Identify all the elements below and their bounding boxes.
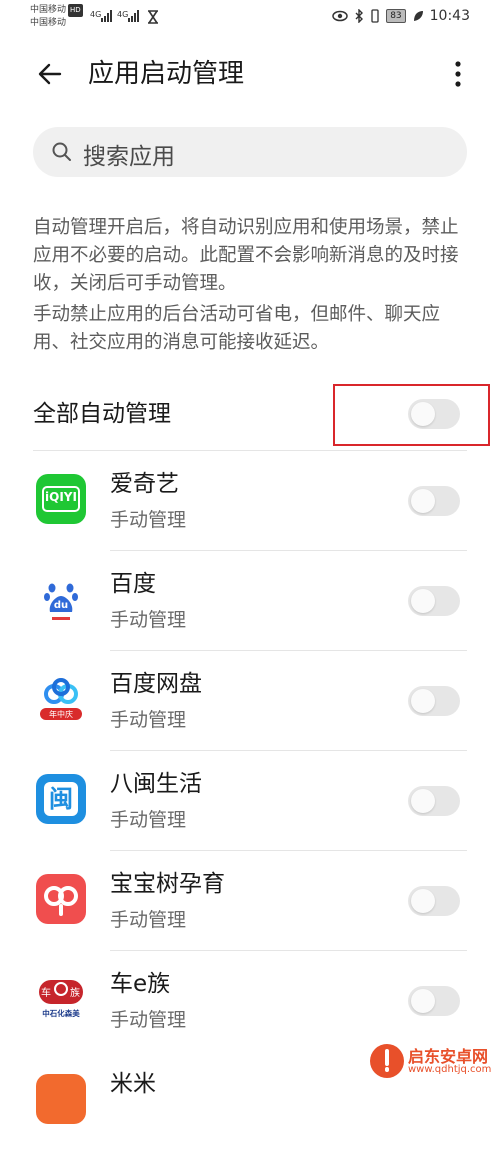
app-status: 手动管理 [110,509,187,531]
description-paragraph-1: 自动管理开启后，将自动识别应用和使用场景，禁止应用不必要的启动。此配置不会影响新… [33,217,459,294]
search-bar[interactable]: 搜索应用 [33,127,467,177]
net-type-1: 4G [90,10,102,19]
vibrate-icon [371,9,379,23]
carrier-info: 中国移动 HD 中国移动 [30,4,83,30]
app-toggle[interactable] [408,786,460,816]
chezu-icon: 车 族 中石化森美 [36,974,86,1024]
bamin-icon: 闽 [36,774,86,824]
baidu-paw-icon: du [36,574,86,624]
carrier-2: 中国移动 [30,18,67,28]
app-row-bamin[interactable]: 闽 八闽生活 手动管理 [0,750,500,850]
auto-manage-all-label: 全部自动管理 [33,401,171,427]
leaf-icon [413,11,423,21]
eye-icon [332,10,348,22]
app-status: 手动管理 [110,809,187,831]
app-toggle[interactable] [408,486,460,516]
watermark-url: www.qdhtjq.com [408,1064,492,1075]
signal-icon [128,10,139,22]
app-toggle[interactable] [408,586,460,616]
hourglass-icon [148,10,158,24]
iqiyi-icon: iQIYI [36,474,86,524]
search-placeholder: 搜索应用 [83,144,175,170]
app-toggle[interactable] [408,886,460,916]
app-status: 手动管理 [110,1009,187,1031]
app-status: 手动管理 [110,609,187,631]
battery-icon: 83 [386,9,406,23]
app-name: 宝宝树孕育 [110,871,225,897]
search-icon [52,142,71,161]
description-paragraph-2: 手动禁止应用的后台活动可省电，但邮件、聊天应用、社交应用的消息可能接收延迟。 [33,304,441,353]
auto-manage-all-toggle[interactable] [408,399,460,429]
watermark-logo-icon [370,1044,404,1078]
more-vertical-icon[interactable] [448,58,468,90]
bluetooth-icon [355,9,364,23]
app-row-iqiyi[interactable]: iQIYI 爱奇艺 手动管理 [0,450,500,550]
app-name: 车e族 [110,971,171,997]
net-type-2: 4G [117,10,129,19]
app-row-baidu[interactable]: du 百度 手动管理 [0,550,500,650]
watermark: 启东安卓网 www.qdhtjq.com [370,1040,500,1084]
hd-badge: HD [68,4,83,17]
status-bar: 中国移动 HD 中国移动 4G 4G 83 10:43 [0,0,500,36]
clock: 10:43 [429,8,470,24]
app-row-baidu-netdisk[interactable]: 年中庆 百度网盘 手动管理 [0,650,500,750]
baidu-netdisk-icon: 年中庆 [36,674,86,724]
status-right: 83 10:43 [332,8,470,24]
signal-icon [101,10,112,22]
carrier-1: 中国移动 [30,5,67,15]
app-name: 百度网盘 [110,671,202,697]
app-row-chezu[interactable]: 车 族 中石化森美 车e族 手动管理 [0,950,500,1050]
app-row-babytree[interactable]: 宝宝树孕育 手动管理 [0,850,500,950]
app-status: 手动管理 [110,709,187,731]
app-status: 手动管理 [110,909,187,931]
arrow-left-icon[interactable] [34,58,66,90]
babytree-icon [36,874,86,924]
app-name: 爱奇艺 [110,471,179,497]
app-toggle[interactable] [408,986,460,1016]
app-name: 百度 [110,571,156,597]
app-icon [36,1074,86,1124]
app-name: 米米 [110,1071,156,1097]
app-toggle[interactable] [408,686,460,716]
app-name: 八闽生活 [110,771,202,797]
page-title: 应用启动管理 [88,59,245,89]
